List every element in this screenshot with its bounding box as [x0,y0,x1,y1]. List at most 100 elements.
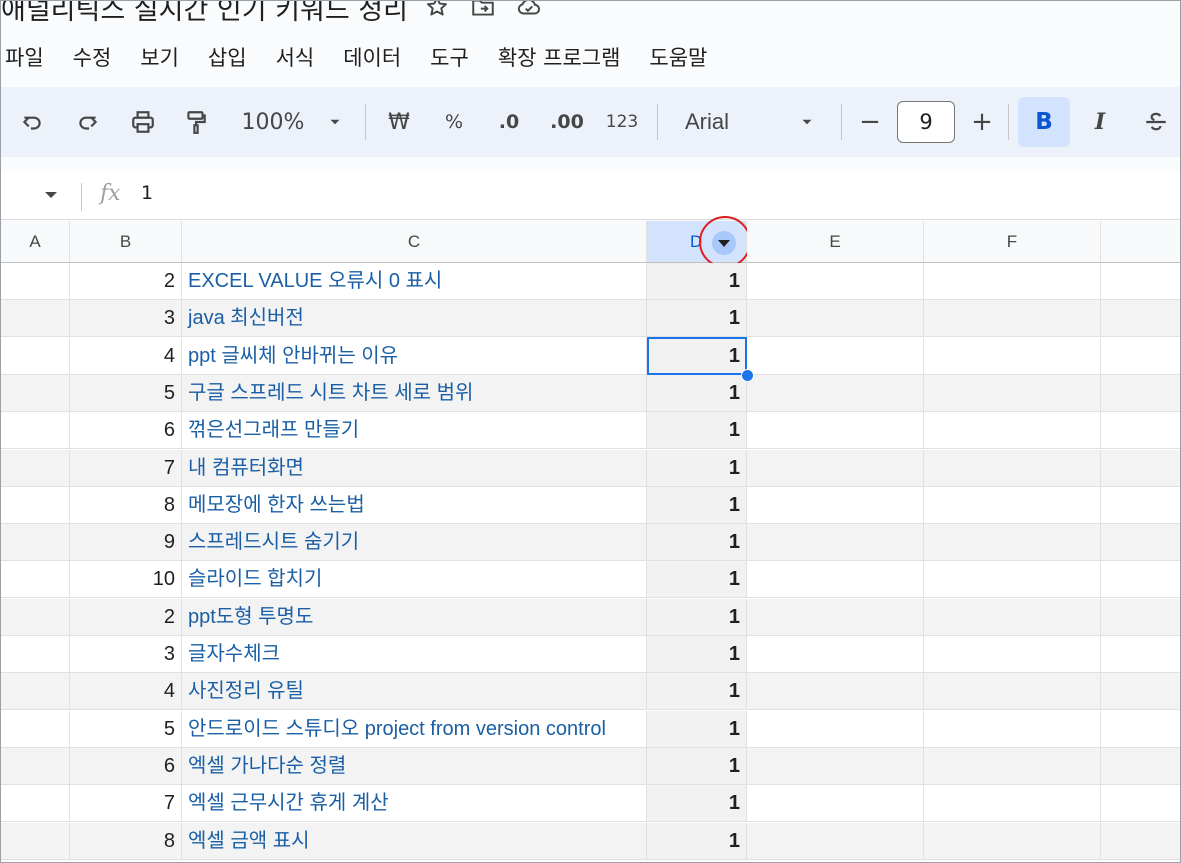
cell-d[interactable]: 1 [647,263,747,300]
italic-button[interactable]: I [1085,87,1115,157]
document-title[interactable]: 애널리틱스 실시간 인기 키워드 정리 [1,1,408,27]
font-family-select[interactable]: Arial [673,87,803,157]
cell-d[interactable]: 1 [647,561,747,599]
cell-b[interactable]: 7 [70,785,182,823]
name-box-dropdown-icon[interactable] [45,192,57,198]
cell-f[interactable] [924,785,1101,823]
cell-a[interactable] [1,412,70,450]
cell-a[interactable] [1,747,70,785]
cell-a[interactable] [1,822,70,860]
cell-d[interactable]: 1 [647,822,747,860]
star-icon[interactable] [420,1,454,24]
cell-g[interactable] [1101,636,1180,673]
menu-edit[interactable]: 수정 [73,42,112,72]
increase-decimal-button[interactable]: .00 [547,87,587,157]
cell-a[interactable] [1,710,70,748]
cell-d[interactable]: 1 [647,486,747,524]
column-header-b[interactable]: B [70,221,182,263]
cell-f[interactable] [924,300,1101,338]
cell-e[interactable] [747,374,924,412]
cell-f[interactable] [924,673,1101,711]
cell-d[interactable]: 1 [647,412,747,450]
cell-e[interactable] [747,337,924,375]
cell-c[interactable]: ppt도형 투명도 [182,598,647,636]
cell-b[interactable]: 5 [70,710,182,748]
cell-d[interactable]: 1 [647,636,747,673]
cell-c[interactable]: 구글 스프레드 시트 차트 세로 범위 [182,374,647,412]
cell-g[interactable] [1101,300,1180,338]
cell-c[interactable]: ppt 글씨체 안바뀌는 이유 [182,337,647,375]
column-header-f[interactable]: F [924,221,1101,263]
increase-font-size-button[interactable]: + [967,87,997,157]
currency-format-button[interactable]: ₩ [384,87,414,157]
decrease-decimal-button[interactable]: .0 [491,87,527,157]
cell-f[interactable] [924,337,1101,375]
cell-c[interactable]: EXCEL VALUE 오류시 0 표시 [182,263,647,300]
cell-f[interactable] [924,747,1101,785]
cell-e[interactable] [747,822,924,860]
cell-f[interactable] [924,374,1101,412]
column-header-c[interactable]: C [182,221,647,263]
cell-e[interactable] [747,785,924,823]
cell-g[interactable] [1101,524,1180,562]
cell-e[interactable] [747,673,924,711]
menu-tools[interactable]: 도구 [430,42,469,72]
cell-g[interactable] [1101,561,1180,599]
cell-g[interactable] [1101,374,1180,412]
cell-d[interactable]: 1 [647,673,747,711]
cell-e[interactable] [747,636,924,673]
menu-file[interactable]: 파일 [5,42,44,72]
column-filter-dropdown-icon[interactable] [712,231,736,255]
percent-format-button[interactable]: % [439,87,469,157]
cell-e[interactable] [747,449,924,487]
cell-f[interactable] [924,524,1101,562]
cell-a[interactable] [1,300,70,338]
cell-b[interactable]: 7 [70,449,182,487]
redo-icon[interactable] [73,87,103,157]
cell-d[interactable]: 1 [647,747,747,785]
cell-b[interactable]: 9 [70,524,182,562]
cell-e[interactable] [747,561,924,599]
column-header-e[interactable]: E [747,221,924,263]
cell-b[interactable]: 8 [70,822,182,860]
cell-f[interactable] [924,561,1101,599]
cloud-saved-icon[interactable] [512,1,546,24]
cell-g[interactable] [1101,747,1180,785]
cell-d[interactable]: 1 [647,300,747,338]
cell-c[interactable]: 글자수체크 [182,636,647,673]
cell-c[interactable]: 슬라이드 합치기 [182,561,647,599]
cell-a[interactable] [1,673,70,711]
cell-a[interactable] [1,785,70,823]
cell-g[interactable] [1101,673,1180,711]
menu-help[interactable]: 도움말 [649,42,707,72]
fill-handle[interactable] [741,369,754,382]
cell-a[interactable] [1,263,70,300]
cell-e[interactable] [747,412,924,450]
cell-d[interactable]: 1 [647,374,747,412]
cell-f[interactable] [924,598,1101,636]
column-header-a[interactable]: A [1,221,70,263]
cell-b[interactable]: 4 [70,337,182,375]
menu-format[interactable]: 서식 [276,42,315,72]
bold-button[interactable]: B [1018,97,1070,147]
cell-g[interactable] [1101,711,1180,748]
cell-g[interactable] [1101,412,1180,450]
cell-c[interactable]: 엑셀 근무시간 휴게 계산 [182,785,647,823]
cell-g[interactable] [1101,822,1180,860]
cell-b[interactable]: 10 [70,561,182,599]
cell-e[interactable] [747,747,924,785]
cell-a[interactable] [1,524,70,562]
cell-f[interactable] [924,636,1101,673]
menu-view[interactable]: 보기 [140,42,179,72]
cell-a[interactable] [1,374,70,412]
cell-d[interactable]: 1 [647,449,747,487]
cell-c[interactable]: java 최신버전 [182,300,647,338]
font-size-input[interactable]: 9 [897,101,955,143]
cell-b[interactable]: 3 [70,300,182,338]
move-to-folder-icon[interactable] [466,1,500,24]
cell-a[interactable] [1,636,70,673]
menu-insert[interactable]: 삽입 [208,42,247,72]
cell-d[interactable]: 1 [647,785,747,823]
zoom-select[interactable]: 100% [238,87,308,157]
cell-b[interactable]: 2 [70,263,182,300]
